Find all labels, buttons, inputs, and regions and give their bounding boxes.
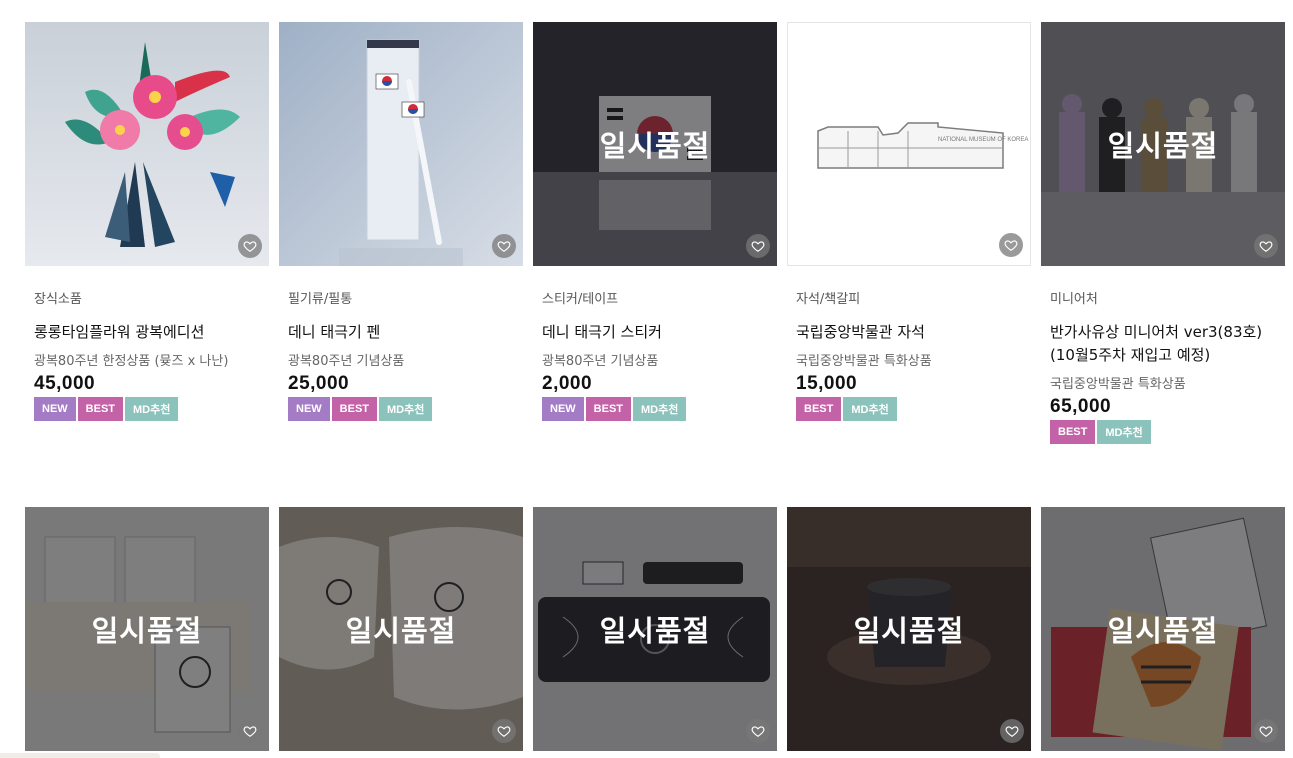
product-card[interactable]: NATIONAL MUSEUM OF KOREA 자석/책갈피 국립중앙박물관 … xyxy=(787,22,1031,421)
wishlist-heart-icon[interactable] xyxy=(1254,719,1278,743)
badge-md: MD추천 xyxy=(379,397,433,421)
product-card[interactable]: 장식소품 롱롱타임플라워 광복에디션 광복80주년 한정상품 (뮺즈 x 나난)… xyxy=(25,22,269,421)
product-subtitle: 광복80주년 한정상품 (뮺즈 x 나난) xyxy=(34,354,229,369)
wishlist-heart-icon[interactable] xyxy=(1000,719,1024,743)
product-card[interactable]: 일시품절 미니어처 반가사유상 미니어처 ver3(83호)(10월5주차 재입… xyxy=(1041,22,1285,444)
product-subtitle: 광복80주년 기념상품 xyxy=(542,354,659,369)
soldout-overlay: 일시품절 xyxy=(533,507,777,751)
product-price: 65,000 xyxy=(1050,396,1112,417)
wishlist-heart-icon[interactable] xyxy=(238,719,262,743)
magnet-illustration: NATIONAL MUSEUM OF KOREA xyxy=(788,23,1030,265)
scroll-indicator xyxy=(0,753,160,758)
wishlist-heart-icon[interactable] xyxy=(1254,234,1278,258)
product-category[interactable]: 자석/책갈피 xyxy=(796,288,1031,307)
wishlist-heart-icon[interactable] xyxy=(492,234,516,258)
product-image[interactable]: 일시품절 xyxy=(533,22,777,266)
product-image[interactable]: 일시품절 xyxy=(1041,507,1285,751)
product-card[interactable]: 일시품절 스티커/테이프 데니 태극기 스티커 광복80주년 기념상품 2,00… xyxy=(533,22,777,421)
wishlist-heart-icon[interactable] xyxy=(746,234,770,258)
soldout-overlay: 일시품절 xyxy=(787,507,1031,751)
product-card[interactable]: 일시품절 xyxy=(787,507,1031,751)
soldout-overlay: 일시품절 xyxy=(279,507,523,751)
wishlist-heart-icon[interactable] xyxy=(999,233,1023,257)
product-image[interactable]: 일시품절 xyxy=(787,507,1031,751)
product-image[interactable]: 일시품절 xyxy=(533,507,777,751)
product-category[interactable]: 미니어처 xyxy=(1050,288,1285,307)
product-name[interactable]: 데니 태극기 펜 xyxy=(288,321,523,344)
product-subtitle: 국립중앙박물관 특화상품 xyxy=(1050,377,1186,392)
product-price: 45,000 xyxy=(34,373,96,394)
soldout-overlay: 일시품절 xyxy=(1041,507,1285,751)
product-price: 25,000 xyxy=(288,373,350,394)
product-price: 2,000 xyxy=(542,373,593,394)
product-name[interactable]: 데니 태극기 스티커 xyxy=(542,321,777,344)
soldout-overlay: 일시품절 xyxy=(25,507,269,751)
pen-illustration xyxy=(279,22,523,266)
product-price: 15,000 xyxy=(796,373,858,394)
product-card[interactable]: 일시품절 xyxy=(279,507,523,751)
wishlist-heart-icon[interactable] xyxy=(746,719,770,743)
badge-md: MD추천 xyxy=(633,397,687,421)
product-card[interactable]: 일시품절 xyxy=(1041,507,1285,751)
product-image[interactable]: 일시품절 xyxy=(25,507,269,751)
product-name[interactable]: 반가사유상 미니어처 ver3(83호)(10월5주차 재입고 예정) xyxy=(1050,321,1275,367)
badge-md: MD추천 xyxy=(1097,420,1151,444)
flower-illustration xyxy=(25,22,269,266)
product-subtitle: 국립중앙박물관 특화상품 xyxy=(796,354,932,369)
badge-best: BEST xyxy=(1050,420,1096,444)
product-name[interactable]: 롱롱타임플라워 광복에디션 xyxy=(34,321,269,344)
product-image[interactable]: 일시품절 xyxy=(1041,22,1285,266)
magnet-label: NATIONAL MUSEUM OF KOREA xyxy=(938,137,1028,143)
product-image[interactable]: NATIONAL MUSEUM OF KOREA xyxy=(787,22,1031,266)
product-card[interactable]: 일시품절 xyxy=(533,507,777,751)
product-category[interactable]: 필기류/필통 xyxy=(288,288,523,307)
product-image[interactable] xyxy=(25,22,269,266)
wishlist-heart-icon[interactable] xyxy=(238,234,262,258)
product-image[interactable] xyxy=(279,22,523,266)
product-category[interactable]: 스티커/테이프 xyxy=(542,288,777,307)
product-card[interactable]: 일시품절 xyxy=(25,507,269,751)
badge-md: MD추천 xyxy=(125,397,179,421)
product-card[interactable]: 필기류/필통 데니 태극기 펜 광복80주년 기념상품 25,000 NEW B… xyxy=(279,22,523,421)
badge-best: BEST xyxy=(796,397,842,421)
badge-best: BEST xyxy=(331,397,378,421)
badge-new: NEW xyxy=(288,397,330,421)
badge-best: BEST xyxy=(77,397,124,421)
soldout-overlay: 일시품절 xyxy=(533,22,777,266)
badge-new: NEW xyxy=(34,397,76,421)
soldout-overlay: 일시품절 xyxy=(1041,22,1285,266)
badge-best: BEST xyxy=(585,397,632,421)
badge-new: NEW xyxy=(542,397,584,421)
product-name[interactable]: 국립중앙박물관 자석 xyxy=(796,321,1031,344)
product-category[interactable]: 장식소품 xyxy=(34,288,269,307)
product-image[interactable]: 일시품절 xyxy=(279,507,523,751)
badge-md: MD추천 xyxy=(843,397,897,421)
wishlist-heart-icon[interactable] xyxy=(492,719,516,743)
product-subtitle: 광복80주년 기념상품 xyxy=(288,354,405,369)
